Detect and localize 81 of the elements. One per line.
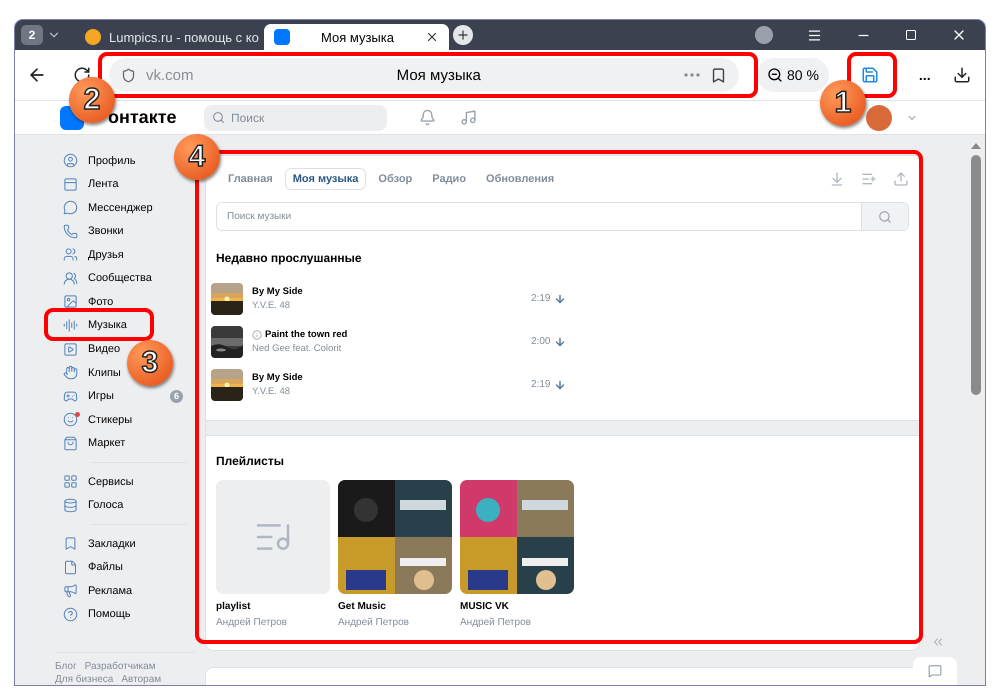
sidebar-item[interactable]: Сообщества (55, 266, 156, 290)
sidebar-item[interactable]: Звонки (55, 220, 128, 244)
download-icon[interactable] (952, 66, 971, 84)
scroll-up-icon[interactable] (971, 143, 981, 149)
menu-item-icon (63, 247, 78, 262)
sidebar-item[interactable]: Реклама (55, 579, 136, 603)
sidebar-item[interactable]: Видео (55, 337, 124, 361)
profile-icon[interactable] (755, 26, 773, 44)
browser-tab[interactable]: Lumpics.ru - помощь с ко (75, 24, 260, 50)
vk-logo-icon (274, 29, 290, 45)
section-title: Плейлисты (215, 453, 285, 470)
address-bar[interactable]: vk.com Моя музыка (109, 58, 739, 92)
playlist-name: playlist (216, 601, 252, 612)
save-icon[interactable] (860, 66, 879, 84)
sidebar-item[interactable]: Маркет (55, 431, 130, 455)
search-icon (212, 111, 225, 124)
sidebar-item[interactable]: Друзья (55, 243, 128, 267)
sidebar-item[interactable]: Клипы (55, 360, 125, 384)
sidebar-item[interactable]: Голоса (55, 493, 128, 517)
search-button[interactable] (861, 203, 908, 230)
menu-item-icon (63, 583, 78, 598)
sidebar-item[interactable]: Стикеры (55, 408, 136, 432)
track-duration: 2:19 (531, 379, 550, 390)
playlist-name: MUSIC VK (460, 601, 510, 612)
menu-item-icon (63, 412, 78, 428)
playlist-name: Get Music (338, 601, 387, 612)
playlist-card[interactable]: playlist Андрей Петров (216, 480, 330, 628)
menu-item-icon (63, 560, 78, 575)
sidebar-item[interactable]: Музыка (55, 314, 131, 338)
sidebar-item[interactable]: Помощь (55, 602, 134, 626)
sidebar-item[interactable]: Закладки (55, 532, 140, 556)
sidebar-item[interactable]: Файлы (55, 555, 127, 579)
menu-item-icon (63, 318, 78, 333)
menu-item-icon (63, 270, 78, 286)
track-title: Paint the town red (265, 329, 348, 340)
menu-icon[interactable] (807, 28, 822, 42)
menu-item-icon (63, 498, 78, 513)
menu-item-icon (63, 365, 78, 380)
tab-counter[interactable]: 2 (21, 25, 43, 45)
zoom-button[interactable]: 80 % (757, 58, 829, 92)
track-title: By My Side (252, 286, 303, 297)
browser-tab[interactable]: Моя музыка (264, 24, 449, 50)
section-title: Недавно прослушанные (215, 250, 363, 267)
music-tab[interactable]: Моя музыка (284, 168, 366, 190)
bookmark-icon[interactable] (710, 66, 727, 84)
track-title: By My Side (252, 372, 303, 383)
avatar[interactable] (866, 104, 892, 130)
sidebar-item[interactable]: Мессенджер (55, 196, 157, 220)
menu-item-icon (63, 176, 78, 192)
shield-icon (121, 68, 136, 82)
menu-item-icon (63, 153, 78, 168)
count-badge: 6 (170, 390, 183, 403)
menu-item-icon (63, 200, 78, 216)
sidebar-item[interactable]: Фото (55, 290, 118, 314)
menu-item-icon (63, 536, 78, 552)
menu-item-icon (63, 388, 78, 404)
menu-item-icon (63, 224, 78, 239)
sidebar-item[interactable]: Сервисы (55, 470, 138, 494)
bell-icon[interactable] (419, 109, 436, 126)
sidebar-item[interactable]: Профиль (55, 149, 140, 173)
site-logo-icon (85, 29, 101, 45)
menu-item-icon (63, 436, 78, 451)
more-icon[interactable] (684, 73, 700, 77)
search-icon (878, 210, 892, 224)
menu-item-icon (63, 294, 78, 310)
maximize-icon[interactable] (905, 29, 917, 41)
more-button[interactable]: ... (918, 67, 931, 83)
zoom-out-icon (767, 67, 783, 83)
menu-item-icon (63, 342, 78, 357)
close-icon[interactable] (425, 30, 439, 44)
sidebar-item[interactable]: Лента (55, 172, 122, 196)
menu-item-icon (63, 606, 78, 622)
music-icon[interactable] (460, 109, 477, 126)
track-duration: 2:00 (531, 336, 550, 347)
menu-item-icon (63, 474, 78, 490)
chat-icon (928, 664, 942, 678)
track-duration: 2:19 (531, 293, 550, 304)
chat-button[interactable] (913, 657, 957, 685)
scrollbar-thumb[interactable] (971, 155, 981, 395)
sidebar-item[interactable]: Игры 6 (55, 384, 195, 408)
new-tab-icon[interactable] (453, 25, 473, 45)
